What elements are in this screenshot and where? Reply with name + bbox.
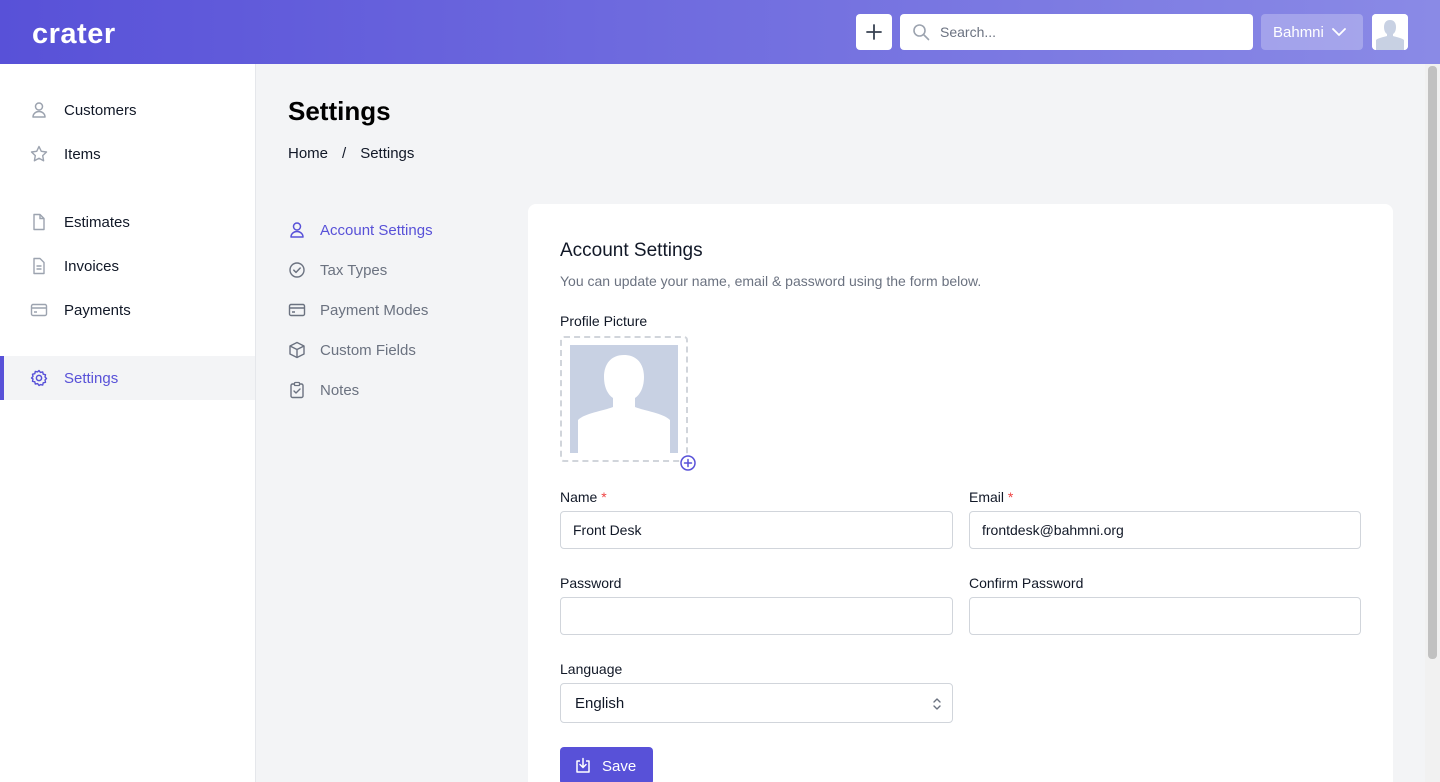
- chevron-down-icon: [1331, 28, 1346, 36]
- save-button[interactable]: Save: [560, 747, 653, 782]
- sidebar-item-label: Invoices: [64, 257, 120, 275]
- confirm-password-label: Confirm Password: [969, 575, 1084, 591]
- search-input[interactable]: Search...: [900, 14, 1253, 50]
- settings-nav-label: Notes: [320, 381, 360, 399]
- sidebar-item-label: Estimates: [64, 213, 130, 231]
- sidebar-item-label: Settings: [64, 369, 119, 387]
- sidebar-item-customers[interactable]: Customers: [0, 88, 255, 132]
- language-select-value: English: [575, 694, 625, 712]
- required-mark: *: [601, 489, 607, 505]
- main-sidebar: Customers Items Estimates Invoices Payme…: [0, 64, 256, 782]
- card-subtitle: You can update your name, email & passwo…: [560, 273, 982, 289]
- email-field[interactable]: frontdesk@bahmni.org: [969, 511, 1361, 549]
- settings-nav-tax-types[interactable]: Tax Types: [288, 250, 508, 290]
- settings-nav-label: Custom Fields: [320, 341, 416, 359]
- select-arrows-icon: [933, 698, 941, 710]
- breadcrumb-separator: /: [342, 145, 347, 162]
- check-circle-icon: [288, 261, 306, 279]
- company-name: Bahmni: [1273, 23, 1324, 41]
- settings-nav: Account Settings Tax Types Payment Modes…: [288, 210, 508, 410]
- email-label: Email *: [969, 489, 1013, 505]
- crater-logo[interactable]: crater: [32, 18, 116, 51]
- card-title: Account Settings: [560, 240, 703, 261]
- settings-nav-label: Account Settings: [320, 221, 433, 239]
- password-label: Password: [560, 575, 622, 591]
- settings-nav-notes[interactable]: Notes: [288, 370, 508, 410]
- cube-icon: [288, 341, 306, 359]
- user-silhouette-icon: [570, 345, 678, 453]
- sidebar-item-items[interactable]: Items: [0, 132, 255, 176]
- breadcrumb: Home / Settings: [288, 145, 414, 162]
- sidebar-item-label: Payments: [64, 301, 131, 319]
- page-title: Settings: [288, 96, 391, 126]
- settings-nav-payment-modes[interactable]: Payment Modes: [288, 290, 508, 330]
- plus-icon: [866, 24, 882, 40]
- name-label-text: Name: [560, 489, 598, 505]
- settings-nav-custom-fields[interactable]: Custom Fields: [288, 330, 508, 370]
- credit-card-icon: [30, 301, 48, 319]
- save-button-label: Save: [602, 757, 637, 775]
- name-field-value: Front Desk: [573, 522, 642, 538]
- sidebar-item-label: Items: [64, 145, 101, 163]
- star-icon: [30, 145, 48, 163]
- account-settings-card: Account Settings You can update your nam…: [528, 204, 1393, 782]
- user-icon: [288, 221, 306, 239]
- settings-nav-label: Tax Types: [320, 261, 388, 279]
- name-field[interactable]: Front Desk: [560, 511, 953, 549]
- confirm-password-field[interactable]: [969, 597, 1361, 635]
- language-label: Language: [560, 661, 623, 677]
- document-icon: [30, 213, 48, 231]
- credit-card-icon: [288, 301, 306, 319]
- settings-nav-label: Payment Modes: [320, 301, 429, 319]
- profile-picture-placeholder: [570, 345, 678, 453]
- settings-nav-account[interactable]: Account Settings: [288, 210, 508, 250]
- required-mark: *: [1007, 489, 1014, 505]
- clipboard-check-icon: [288, 381, 306, 399]
- user-avatar-icon: [1372, 14, 1408, 50]
- search-placeholder: Search...: [940, 24, 997, 40]
- user-icon: [30, 101, 48, 119]
- name-label: Name *: [560, 489, 607, 505]
- user-avatar[interactable]: [1372, 14, 1408, 50]
- email-field-value: frontdesk@bahmni.org: [982, 522, 1124, 538]
- sidebar-item-invoices[interactable]: Invoices: [0, 244, 255, 288]
- sidebar-item-settings[interactable]: Settings: [0, 356, 255, 400]
- sidebar-item-payments[interactable]: Payments: [0, 288, 255, 332]
- page-scrollbar[interactable]: [1425, 64, 1440, 782]
- profile-picture-label: Profile Picture: [560, 313, 648, 329]
- email-label-text: Email: [969, 489, 1005, 505]
- search-icon: [913, 24, 930, 41]
- breadcrumb-home[interactable]: Home: [288, 145, 328, 162]
- document-text-icon: [30, 257, 48, 275]
- add-new-button[interactable]: [856, 14, 892, 50]
- profile-picture-upload[interactable]: [560, 336, 688, 462]
- sidebar-item-label: Customers: [64, 101, 137, 119]
- company-switcher[interactable]: Bahmni: [1261, 14, 1363, 50]
- language-select[interactable]: English: [560, 683, 953, 723]
- sidebar-item-estimates[interactable]: Estimates: [0, 200, 255, 244]
- scrollbar-thumb[interactable]: [1428, 66, 1437, 659]
- breadcrumb-current: Settings: [360, 145, 415, 162]
- password-field[interactable]: [560, 597, 953, 635]
- top-header: crater Search... Bahmni: [0, 0, 1440, 64]
- add-circle-icon[interactable]: [679, 454, 697, 472]
- gear-icon: [30, 369, 48, 387]
- download-save-icon: [576, 757, 590, 773]
